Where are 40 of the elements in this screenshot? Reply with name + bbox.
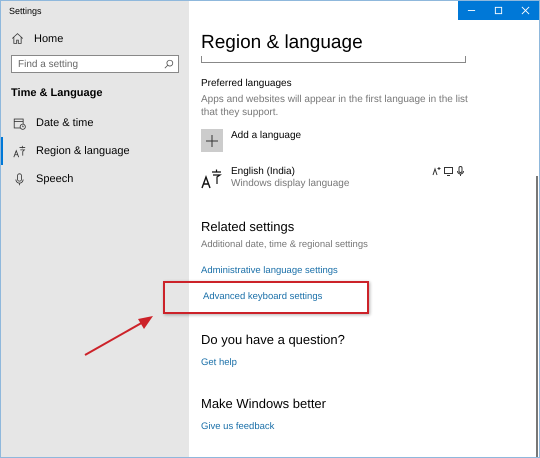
calendar-icon: [13, 116, 26, 130]
language-item[interactable]: English (India) Windows display language: [201, 166, 465, 189]
display-icon: [444, 166, 453, 176]
close-icon: [521, 6, 530, 15]
microphone-icon: [13, 172, 26, 186]
settings-link[interactable]: Administrative language settings: [201, 265, 338, 276]
language-name: English (India): [231, 166, 296, 177]
scrollbar[interactable]: [536, 176, 538, 457]
section-description: Apps and websites will appear in the first language in the list that they support.: [201, 93, 469, 119]
settings-link[interactable]: Advanced keyboard settings: [203, 291, 322, 302]
section-heading: Time & Language: [10, 86, 104, 99]
add-language-label[interactable]: Add a language: [231, 129, 302, 141]
nav-item-label: Region & language: [36, 145, 130, 157]
maximize-icon: [494, 6, 503, 15]
nav-item[interactable]: Region & language: [1, 137, 189, 165]
handwriting-icon: [432, 166, 441, 176]
nav-item-label: Date & time: [36, 117, 94, 129]
microphone-icon: [456, 166, 465, 176]
section-heading: Do you have a question?: [201, 332, 346, 347]
home-link[interactable]: Home: [34, 32, 64, 44]
nav-item[interactable]: Speech: [1, 165, 189, 193]
page-title: Region & language: [201, 31, 364, 55]
home-icon[interactable]: [11, 32, 24, 45]
window-title: Settings: [8, 5, 43, 18]
feedback-link[interactable]: Give us feedback: [201, 421, 274, 432]
search-field[interactable]: Find a setting: [11, 55, 179, 73]
add-language-button[interactable]: [201, 129, 223, 152]
help-link[interactable]: Get help: [201, 357, 237, 368]
search-icon[interactable]: [164, 59, 174, 69]
language-icon: [13, 144, 26, 158]
plus-icon: [206, 134, 218, 146]
nav-item[interactable]: Date & time: [1, 109, 189, 137]
language-detail: Windows display language: [231, 178, 350, 189]
dropdown-field[interactable]: [201, 56, 466, 63]
section-heading: Related settings: [201, 219, 296, 234]
section-heading: Make Windows better: [201, 396, 327, 411]
section-heading: Preferred languages: [201, 78, 293, 89]
section-description: Additional date, time & regional settings: [201, 239, 369, 250]
language-icon: [201, 169, 223, 189]
nav-item-label: Speech: [36, 173, 74, 185]
